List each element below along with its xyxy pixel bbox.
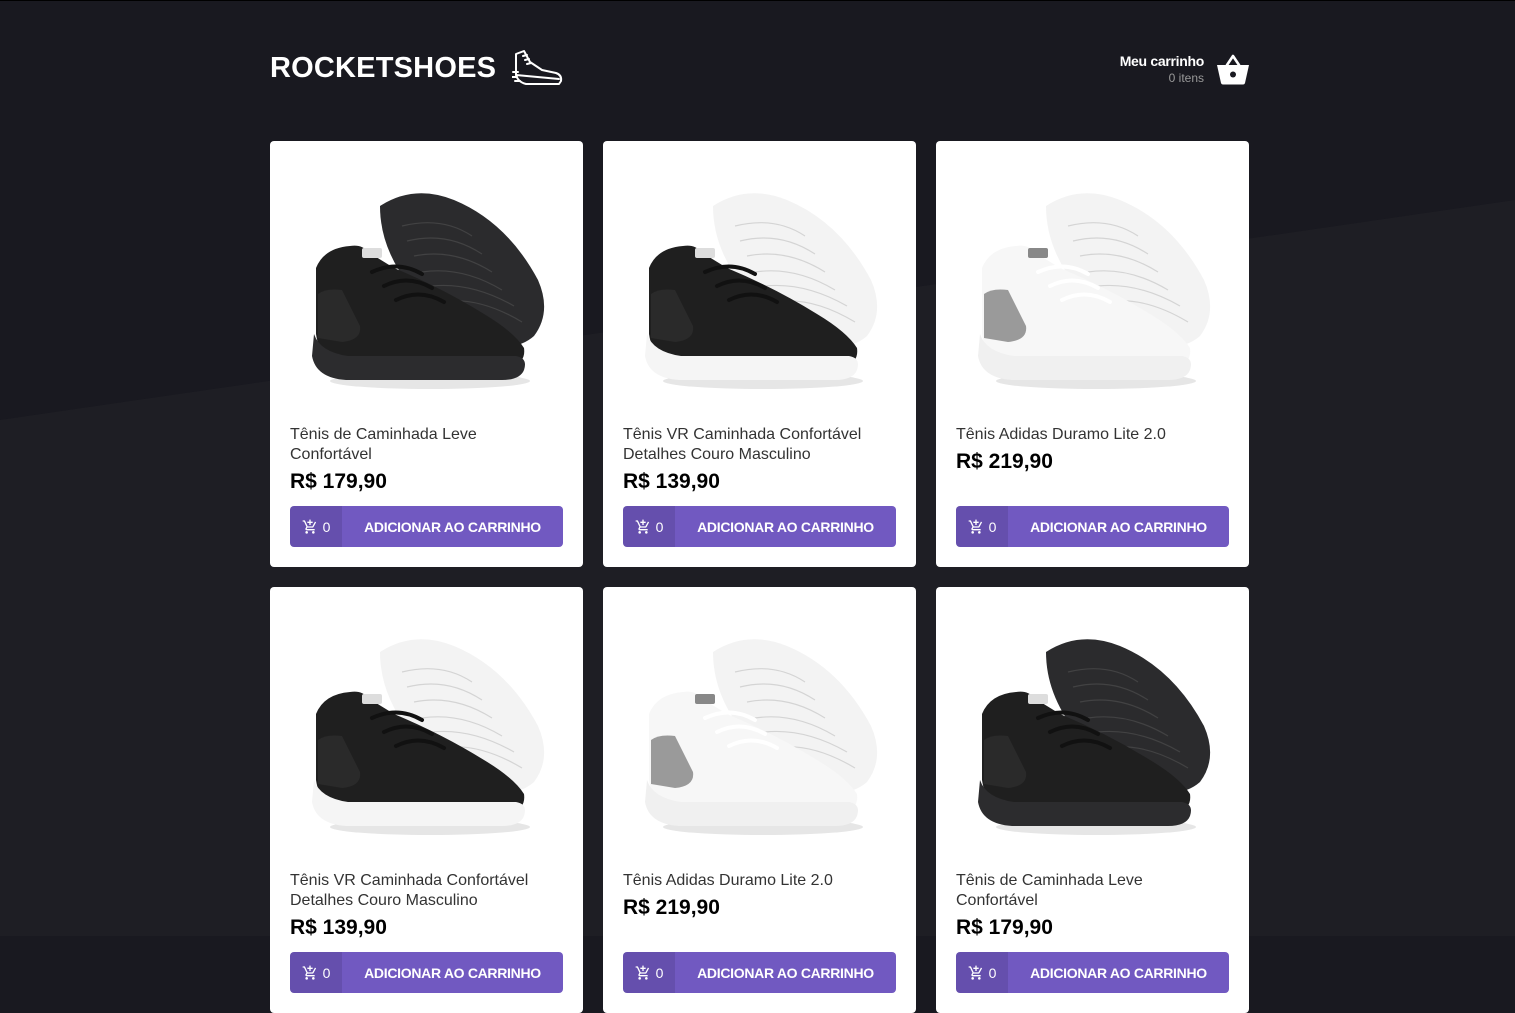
add-to-cart-label: ADICIONAR AO CARRINHO	[1030, 964, 1207, 981]
cart-title: Meu carrinho	[1119, 53, 1205, 69]
product-title: Tênis de Caminhada Leve Confortável	[956, 872, 1143, 909]
product-image	[623, 161, 896, 411]
cart-amount-value: 0	[988, 964, 997, 981]
add-shopping-cart-icon	[302, 965, 316, 980]
product-image	[956, 607, 1229, 857]
add-shopping-cart-icon	[302, 519, 316, 534]
shopping-basket-icon	[1217, 54, 1249, 85]
add-to-cart-button[interactable]: 0 ADICIONAR AO CARRINHO	[290, 952, 563, 993]
shoe-image	[644, 639, 877, 835]
product-price: R$ 139,90	[623, 470, 720, 493]
product-price: R$ 219,90	[956, 450, 1053, 473]
shoe-image	[977, 639, 1210, 835]
shoe-image	[311, 639, 544, 835]
cart-amount: 0	[956, 952, 1008, 993]
cart-amount: 0	[623, 952, 675, 993]
add-to-cart-button[interactable]: 0 ADICIONAR AO CARRINHO	[290, 506, 563, 547]
cart-link[interactable]: Meu carrinho 0 itens	[1120, 52, 1250, 86]
product-card: Tênis VR Caminhada Confortável Detalhes …	[603, 141, 916, 567]
product-image	[290, 161, 563, 411]
product-image	[956, 161, 1229, 411]
add-shopping-cart-icon	[968, 965, 982, 980]
product-image	[290, 607, 563, 857]
product-card: Tênis Adidas Duramo Lite 2.0 R$ 219,90 0…	[603, 587, 916, 1013]
top-border	[0, 0, 1515, 1]
product-list: Tênis de Caminhada Leve Confortável R$ 1…	[270, 141, 1250, 1013]
cart-amount-value: 0	[655, 964, 664, 981]
product-card: Tênis de Caminhada Leve Confortável R$ 1…	[270, 141, 583, 567]
cart-amount: 0	[956, 506, 1008, 547]
add-to-cart-button[interactable]: 0 ADICIONAR AO CARRINHO	[623, 952, 896, 993]
logo-link[interactable]: ROCKETSHOES	[270, 48, 564, 88]
add-to-cart-button[interactable]: 0 ADICIONAR AO CARRINHO	[623, 506, 896, 547]
add-to-cart-label: ADICIONAR AO CARRINHO	[697, 518, 874, 535]
cart-amount: 0	[290, 952, 342, 993]
product-title: Tênis de Caminhada Leve Confortável	[290, 426, 477, 463]
shoe-image	[644, 193, 877, 389]
add-shopping-cart-icon	[968, 519, 982, 534]
add-to-cart-label: ADICIONAR AO CARRINHO	[364, 964, 541, 981]
cart-amount-value: 0	[322, 518, 331, 535]
add-to-cart-button[interactable]: 0 ADICIONAR AO CARRINHO	[956, 952, 1229, 993]
add-shopping-cart-icon	[635, 519, 649, 534]
header: ROCKETSHOES Meu carrinho 0 itens	[270, 0, 1250, 141]
product-price: R$ 219,90	[623, 896, 720, 919]
page-container: ROCKETSHOES Meu carrinho 0 itens Tênis d…	[270, 0, 1250, 1013]
logo-text: ROCKETSHOES	[270, 51, 497, 84]
product-title: Tênis VR Caminhada Confortável Detalhes …	[623, 426, 862, 463]
cart-amount-value: 0	[322, 964, 331, 981]
product-price: R$ 179,90	[956, 916, 1053, 939]
shoe-image	[977, 193, 1210, 389]
product-card: Tênis VR Caminhada Confortável Detalhes …	[270, 587, 583, 1013]
cart-count: 0 itens	[1168, 71, 1204, 85]
cart-amount: 0	[623, 506, 675, 547]
cart-text: Meu carrinho 0 itens	[1119, 53, 1205, 85]
cart-amount-value: 0	[988, 518, 997, 535]
add-to-cart-label: ADICIONAR AO CARRINHO	[697, 964, 874, 981]
shoe-image	[311, 193, 544, 389]
product-title: Tênis Adidas Duramo Lite 2.0	[623, 872, 833, 889]
cart-amount: 0	[290, 506, 342, 547]
product-card: Tênis de Caminhada Leve Confortável R$ 1…	[936, 587, 1249, 1013]
add-shopping-cart-icon	[635, 965, 649, 980]
add-to-cart-button[interactable]: 0 ADICIONAR AO CARRINHO	[956, 506, 1229, 547]
product-image	[623, 607, 896, 857]
product-price: R$ 179,90	[290, 470, 387, 493]
cart-amount-value: 0	[655, 518, 664, 535]
add-to-cart-label: ADICIONAR AO CARRINHO	[364, 518, 541, 535]
product-title: Tênis Adidas Duramo Lite 2.0	[956, 426, 1166, 443]
product-title: Tênis VR Caminhada Confortável Detalhes …	[290, 872, 529, 909]
product-price: R$ 139,90	[290, 916, 387, 939]
running-shoe-icon	[512, 50, 563, 85]
product-card: Tênis Adidas Duramo Lite 2.0 R$ 219,90 0…	[936, 141, 1249, 567]
add-to-cart-label: ADICIONAR AO CARRINHO	[1030, 518, 1207, 535]
